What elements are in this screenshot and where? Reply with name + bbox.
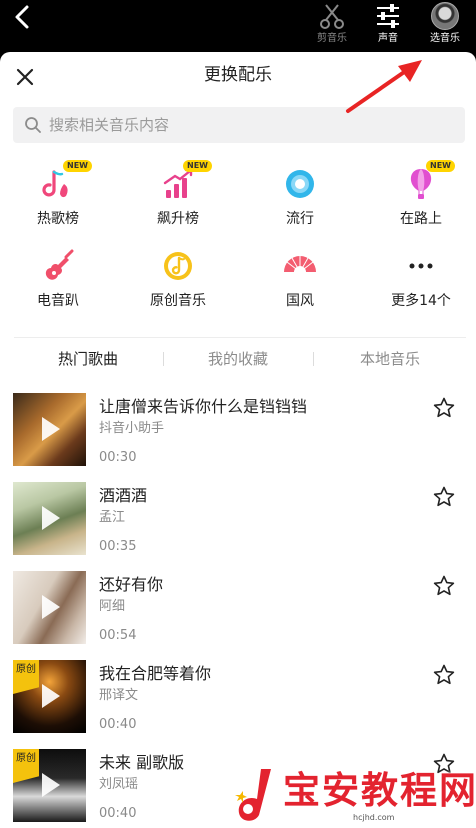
category-label: 国风 xyxy=(286,293,314,309)
song-artist: 邢译文 xyxy=(99,688,139,703)
cut-music-button[interactable]: 剪音乐 xyxy=(304,0,360,52)
song-duration: 00:40 xyxy=(99,806,137,821)
category-on-the-road[interactable]: NEW 在路上 xyxy=(366,160,476,236)
sound-settings-button[interactable]: 声音 xyxy=(360,0,416,52)
play-icon xyxy=(42,684,60,708)
song-row[interactable]: 原创 我在合肥等着你 邢译文 00:40 xyxy=(0,660,476,749)
play-icon xyxy=(42,773,60,797)
category-chinese-style[interactable]: 国风 xyxy=(245,248,355,318)
watermark-text: 宝安教程网 xyxy=(283,769,476,812)
avatar-icon xyxy=(431,2,459,30)
play-icon xyxy=(42,595,60,619)
sliders-icon xyxy=(377,4,399,28)
original-music-icon xyxy=(164,252,192,280)
new-badge: NEW xyxy=(183,160,212,172)
new-badge: NEW xyxy=(63,160,92,172)
category-rising-chart[interactable]: NEW 飙升榜 xyxy=(123,160,233,236)
favorite-star-icon[interactable] xyxy=(432,396,456,420)
top-toolbar: 剪音乐 声音 选音乐 xyxy=(0,0,476,52)
category-electro-party[interactable]: 电音趴 xyxy=(3,248,113,318)
new-badge: NEW xyxy=(426,160,455,172)
song-row[interactable]: 让唐僧来告诉你什么是铛铛铛 抖音小助手 00:30 xyxy=(0,393,476,482)
folding-fan-icon xyxy=(284,256,316,273)
song-row[interactable]: 酒酒酒 孟江 00:35 xyxy=(0,482,476,571)
original-tag: 原创 xyxy=(13,660,39,694)
song-artist: 刘凤瑶 xyxy=(99,777,139,792)
song-artist: 阿细 xyxy=(99,599,126,614)
category-label: 流行 xyxy=(286,211,314,227)
divider xyxy=(14,337,466,338)
pick-music-label: 选音乐 xyxy=(430,33,460,44)
tab-local-music[interactable]: 本地音乐 xyxy=(315,349,465,369)
song-duration: 00:30 xyxy=(99,450,137,465)
song-cover[interactable] xyxy=(13,571,86,644)
more-dots-icon xyxy=(409,263,433,269)
category-label: 电音趴 xyxy=(37,293,79,309)
play-icon xyxy=(42,506,60,530)
song-cover[interactable] xyxy=(13,393,86,466)
original-tag-label: 原创 xyxy=(16,753,36,764)
tab-separator xyxy=(313,352,314,366)
song-duration: 00:54 xyxy=(99,628,137,643)
cut-music-label: 剪音乐 xyxy=(317,33,347,44)
electric-guitar-icon xyxy=(45,249,74,280)
category-hot-chart[interactable]: NEW 热歌榜 xyxy=(3,160,113,236)
original-tag: 原创 xyxy=(13,749,39,783)
category-label: 热歌榜 xyxy=(37,211,79,227)
category-label: 飙升榜 xyxy=(157,211,199,227)
pop-disc-icon xyxy=(286,170,314,198)
favorite-star-icon[interactable] xyxy=(432,663,456,687)
watermark-url: hcjhd.com xyxy=(353,813,395,822)
back-button[interactable] xyxy=(10,4,36,30)
favorite-star-icon[interactable] xyxy=(432,485,456,509)
song-title: 酒酒酒 xyxy=(99,486,148,505)
song-title: 我在合肥等着你 xyxy=(99,664,212,683)
tab-hot-songs[interactable]: 热门歌曲 xyxy=(13,349,163,369)
pick-music-button[interactable]: 选音乐 xyxy=(417,0,473,52)
song-cover[interactable]: 原创 xyxy=(13,749,86,822)
category-pop[interactable]: 流行 xyxy=(245,166,355,236)
song-title: 未来 副歌版 xyxy=(99,753,185,772)
watermark-logo-icon xyxy=(235,769,271,821)
play-icon xyxy=(42,417,60,441)
tab-my-favorites[interactable]: 我的收藏 xyxy=(163,349,313,369)
category-label: 在路上 xyxy=(400,211,442,227)
song-title: 让唐僧来告诉你什么是铛铛铛 xyxy=(99,397,308,416)
watermark: 宝安教程网 hcjhd.com xyxy=(225,765,476,828)
song-cover[interactable]: 原创 xyxy=(13,660,86,733)
original-tag-label: 原创 xyxy=(16,664,36,675)
search-input[interactable] xyxy=(49,107,449,143)
song-title: 还好有你 xyxy=(99,575,164,594)
sheet-title: 更换配乐 xyxy=(204,65,272,85)
chevron-left-icon xyxy=(15,5,29,29)
song-duration: 00:35 xyxy=(99,539,137,554)
song-duration: 00:40 xyxy=(99,717,137,732)
category-label: 更多14个 xyxy=(391,293,451,309)
song-row[interactable]: 还好有你 阿细 00:54 xyxy=(0,571,476,660)
sound-label: 声音 xyxy=(378,33,398,44)
search-icon xyxy=(25,117,41,133)
search-bar[interactable] xyxy=(13,107,465,143)
song-artist: 抖音小助手 xyxy=(99,421,165,436)
category-original-music[interactable]: 原创音乐 xyxy=(123,248,233,318)
category-label: 原创音乐 xyxy=(150,293,206,309)
favorite-star-icon[interactable] xyxy=(432,574,456,598)
scissors-icon xyxy=(320,4,344,29)
song-artist: 孟江 xyxy=(99,510,126,525)
music-picker-sheet: 更换配乐 NEW 热歌榜 NEW 飙升榜 流行 xyxy=(0,52,476,828)
song-cover[interactable] xyxy=(13,482,86,555)
category-more[interactable]: 更多14个 xyxy=(366,248,476,318)
